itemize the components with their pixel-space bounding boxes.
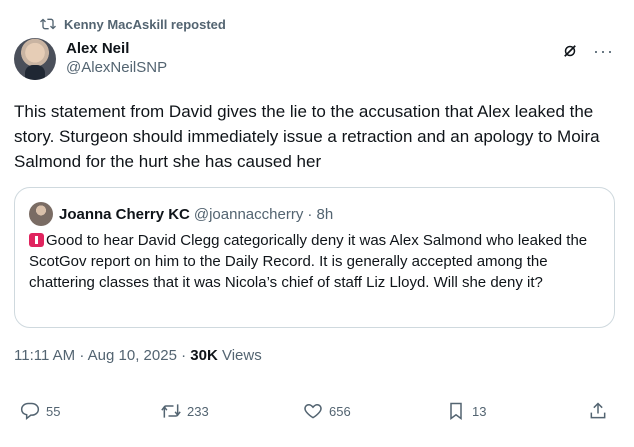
repost-icon	[40, 18, 56, 30]
more-icon[interactable]: ···	[593, 42, 614, 60]
meta-separator: ·	[181, 347, 191, 364]
bookmark-icon	[450, 402, 462, 420]
repost-count: 233	[187, 403, 209, 419]
author-handle[interactable]: @AlexNeilSNP	[66, 58, 167, 78]
reply-count: 55	[46, 403, 61, 419]
share-button[interactable]	[588, 401, 608, 421]
like-icon	[304, 403, 322, 419]
repost-text: Kenny MacAskill reposted	[64, 16, 226, 32]
author-name[interactable]: Alex Neil	[66, 40, 167, 58]
views-count: 30K	[190, 347, 218, 364]
like-count: 656	[329, 403, 351, 419]
repost-icon	[161, 404, 181, 418]
tweet-actions: 55 233 656 13	[18, 401, 616, 423]
like-button[interactable]: 656	[303, 401, 351, 421]
siren-icon	[29, 233, 44, 247]
bookmark-count: 13	[472, 403, 487, 419]
tweet-body: This statement from David gives the lie …	[14, 102, 600, 171]
tweet-date[interactable]: Aug 10, 2025	[88, 347, 177, 364]
quoted-name[interactable]: Joanna Cherry KC	[59, 206, 190, 223]
author-row: Alex Neil @AlexNeilSNP ···	[14, 38, 620, 84]
meta-separator: ·	[79, 347, 88, 364]
quoted-tweet-header: Joanna Cherry KC @joannaccherry · 8h	[29, 202, 333, 226]
grok-icon[interactable]	[561, 42, 579, 60]
reply-button[interactable]: 55	[20, 401, 60, 421]
author-info[interactable]: Alex Neil @AlexNeilSNP	[66, 40, 167, 84]
reply-icon	[20, 402, 40, 421]
views-label: Views	[221, 347, 262, 364]
quoted-tweet[interactable]: Joanna Cherry KC @joannaccherry · 8h Goo…	[14, 187, 615, 328]
quoted-handle[interactable]: @joannaccherry	[194, 206, 303, 223]
quoted-time: · 8h	[307, 205, 334, 223]
bookmark-button[interactable]: 13	[446, 401, 486, 421]
tweet-meta: 11:11 AM · Aug 10, 2025 · 30K Views	[14, 347, 262, 364]
quoted-avatar[interactable]	[29, 202, 53, 226]
quoted-body: Good to hear David Clegg categorically d…	[29, 230, 604, 293]
avatar[interactable]	[14, 38, 56, 80]
share-icon	[590, 402, 606, 419]
quoted-text: Good to hear David Clegg categorically d…	[29, 232, 588, 291]
repost-indicator[interactable]: Kenny MacAskill reposted	[40, 16, 226, 32]
tweet-time[interactable]: 11:11 AM	[14, 347, 75, 364]
repost-button[interactable]: 233	[161, 401, 209, 421]
tweet-top-actions: ···	[561, 42, 614, 60]
